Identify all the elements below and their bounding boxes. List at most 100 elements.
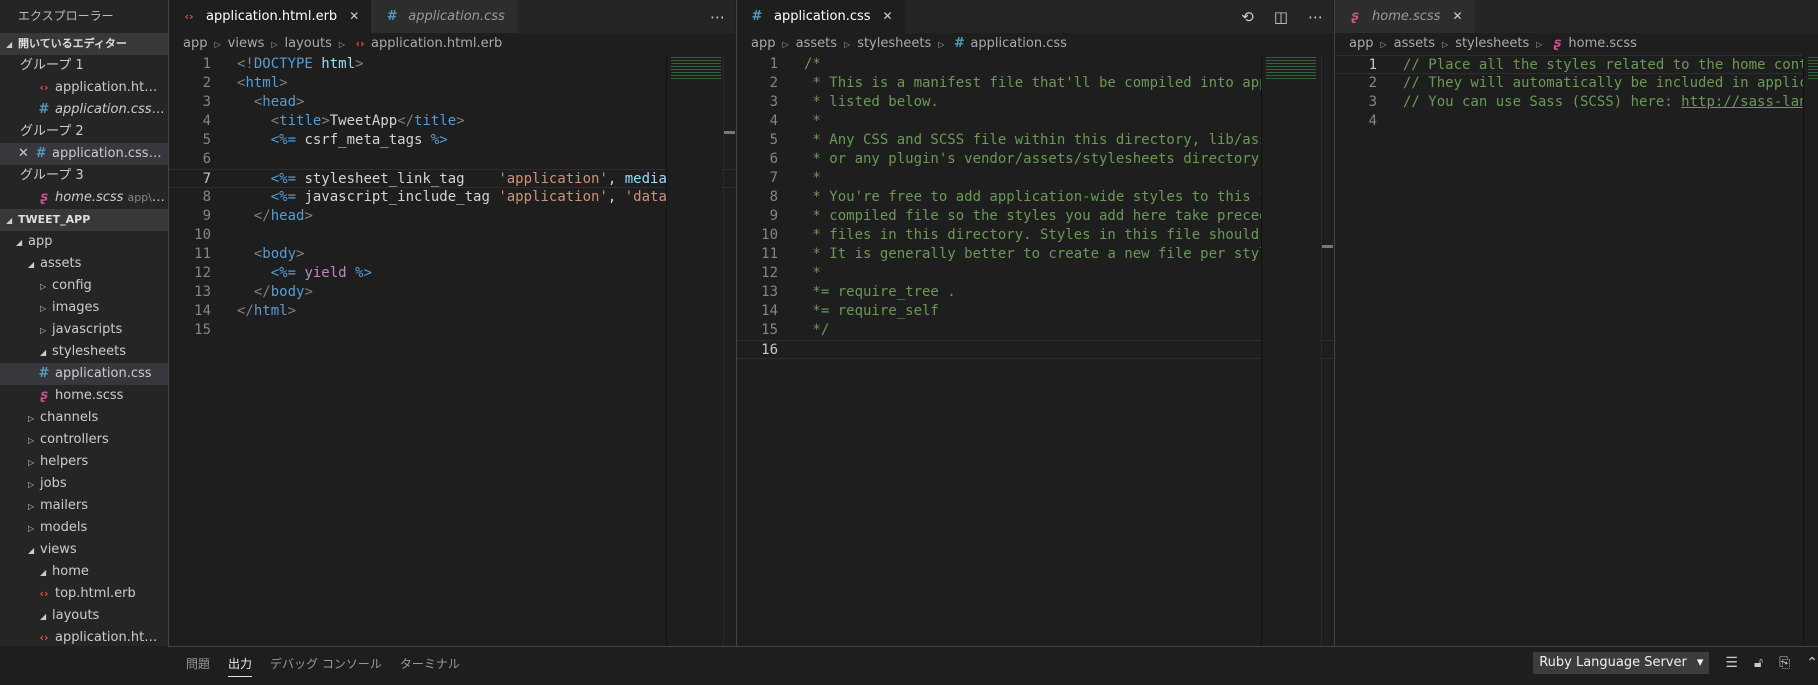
breadcrumb-item[interactable]: app: [751, 36, 775, 51]
editor-tab[interactable]: ʂ home.scss ✕: [1335, 0, 1475, 33]
breadcrumb-item[interactable]: stylesheets: [1455, 36, 1529, 51]
breadcrumb-item[interactable]: application.css: [970, 36, 1067, 51]
line-number: 7: [202, 171, 211, 187]
code-line: 1 // Place all the styles related to the …: [1335, 55, 1818, 74]
chevron-down-icon: ◢: [6, 40, 13, 49]
clear-output-icon[interactable]: ☰: [1725, 655, 1738, 671]
tree-item[interactable]: ‹› top.html.erb: [0, 583, 168, 605]
tree-item[interactable]: ▷ helpers: [0, 451, 168, 473]
code-line: 3 * listed below.: [737, 93, 1333, 112]
breadcrumb-item[interactable]: application.html.erb: [371, 36, 502, 51]
code-token: */: [804, 322, 830, 338]
code-token: %>: [355, 265, 372, 281]
code-line: 12 *: [737, 264, 1333, 283]
split-editor-icon[interactable]: ◫: [1274, 8, 1288, 26]
line-number: 1: [769, 56, 778, 72]
tree-item[interactable]: ‹› application.html.e...: [0, 627, 168, 646]
line-number: 9: [202, 208, 211, 224]
open-editors-group: グループ 1: [0, 55, 168, 77]
code-line: 11 * It is generally better to create a …: [737, 245, 1333, 264]
open-log-file-icon[interactable]: ⎘: [1779, 655, 1790, 671]
tree-item[interactable]: ▷ models: [0, 517, 168, 539]
code-editor[interactable]: 1 // Place all the styles related to the …: [1335, 55, 1818, 131]
close-icon[interactable]: ✕: [18, 146, 33, 161]
tree-item-label: mailers: [40, 498, 88, 513]
breadcrumb-item[interactable]: assets: [1394, 36, 1435, 51]
code-token: * files in this directory. Styles in thi…: [804, 227, 1310, 243]
minimap[interactable]: [1261, 55, 1320, 646]
tree-item[interactable]: ◢ layouts: [0, 605, 168, 627]
line-number: 6: [202, 151, 211, 167]
editor-group-3: ʂ home.scss ✕ app ▷ assets ▷ stylesheets ▷ ʂ home.…: [1334, 0, 1818, 646]
breadcrumb-item[interactable]: layouts: [285, 36, 332, 51]
chevron-right-icon: ▷: [214, 40, 221, 49]
editor-tab[interactable]: # application.css ✕: [737, 0, 905, 33]
panel-tab[interactable]: 問題: [186, 655, 210, 677]
output-channel-select[interactable]: Ruby Language Server ▾: [1533, 652, 1710, 674]
close-icon[interactable]: ✕: [883, 0, 893, 33]
panel-tab[interactable]: ターミナル: [400, 655, 460, 677]
tab-bar: ʂ home.scss ✕: [1335, 0, 1818, 33]
code-token: TweetApp: [329, 113, 398, 129]
chevron-right-icon: ▷: [1442, 40, 1449, 49]
section-open-editors[interactable]: ◢ 開いているエディター: [0, 33, 168, 55]
open-editor-item[interactable]: ʂ home.scssapp\ass...: [0, 187, 168, 209]
code-token: title: [279, 113, 322, 129]
panel-tab[interactable]: 出力: [228, 655, 253, 677]
scss-file-icon: ʂ: [40, 388, 48, 403]
open-editor-item[interactable]: ‹› application.html.e...: [0, 77, 168, 99]
code-token: yield: [296, 265, 356, 281]
panel-tab[interactable]: デバッグ コンソール: [270, 655, 382, 677]
line-number: 4: [202, 113, 211, 129]
tree-item[interactable]: ◢ home: [0, 561, 168, 583]
tree-item[interactable]: ◢ app: [0, 231, 168, 253]
vertical-scrollbar[interactable]: [723, 55, 735, 646]
maximize-panel-icon[interactable]: ⌃: [1806, 655, 1818, 671]
code-line: 9 * compiled file so the styles you add …: [737, 207, 1333, 226]
tree-item[interactable]: ▷ javascripts: [0, 319, 168, 341]
line-text: * or any plugin's vendor/assets/styleshe…: [804, 150, 1309, 169]
code-token: >: [296, 246, 305, 262]
code-line: 8 <%= javascript_include_tag 'applicatio…: [169, 188, 735, 207]
breadcrumb-item[interactable]: stylesheets: [857, 36, 931, 51]
open-editor-item[interactable]: ✕ #application.cssap...: [0, 143, 168, 165]
breadcrumb-item[interactable]: app: [183, 36, 207, 51]
tree-item[interactable]: ◢ stylesheets: [0, 341, 168, 363]
close-icon[interactable]: ✕: [1452, 0, 1462, 33]
tree-item[interactable]: ◢ assets: [0, 253, 168, 275]
close-icon[interactable]: ✕: [349, 0, 359, 33]
tree-item[interactable]: ▷ jobs: [0, 473, 168, 495]
tree-item-label: layouts: [52, 608, 100, 623]
tree-item[interactable]: # application.css: [0, 363, 168, 385]
group-label: グループ 1: [20, 58, 84, 73]
code-token: head: [270, 208, 305, 224]
section-project[interactable]: ◢ TWEET_APP: [0, 209, 168, 231]
code-editor[interactable]: 1 <!DOCTYPE html> 2 <html> 3 <head> 4 <title>…: [169, 55, 735, 340]
tree-item[interactable]: ▷ channels: [0, 407, 168, 429]
tree-item[interactable]: ▷ images: [0, 297, 168, 319]
breadcrumb-item[interactable]: views: [228, 36, 265, 51]
minimap[interactable]: [1803, 55, 1818, 646]
tree-item[interactable]: ▷ controllers: [0, 429, 168, 451]
tree-item[interactable]: ʂ home.scss: [0, 385, 168, 407]
open-editor-item[interactable]: #application.cssap...: [0, 99, 168, 121]
open-changes-icon[interactable]: ⟲: [1241, 8, 1254, 26]
breadcrumb-item[interactable]: home.scss: [1568, 36, 1636, 51]
editor-tab[interactable]: ‹› application.html.erb ✕: [169, 0, 372, 33]
vertical-scrollbar[interactable]: [1321, 55, 1333, 646]
more-icon[interactable]: ⋯: [1308, 8, 1323, 26]
scrollbar-thumb[interactable]: [1322, 245, 1333, 248]
breadcrumb-item[interactable]: assets: [796, 36, 837, 51]
scroll-lock-icon[interactable]: 🔓︎: [1754, 655, 1763, 671]
minimap[interactable]: [666, 55, 722, 646]
file-name: application.html.e...: [55, 80, 168, 95]
code-editor[interactable]: 1 /* 2 * This is a manifest file that'll b…: [737, 55, 1333, 359]
more-icon[interactable]: ⋯: [710, 8, 725, 26]
line-number: 3: [202, 94, 211, 110]
tree-item[interactable]: ▷ mailers: [0, 495, 168, 517]
scrollbar-thumb[interactable]: [724, 131, 735, 134]
tree-item[interactable]: ◢ views: [0, 539, 168, 561]
breadcrumb-item[interactable]: app: [1349, 36, 1373, 51]
tree-item[interactable]: ▷ config: [0, 275, 168, 297]
editor-tab[interactable]: # application.css: [371, 0, 517, 33]
